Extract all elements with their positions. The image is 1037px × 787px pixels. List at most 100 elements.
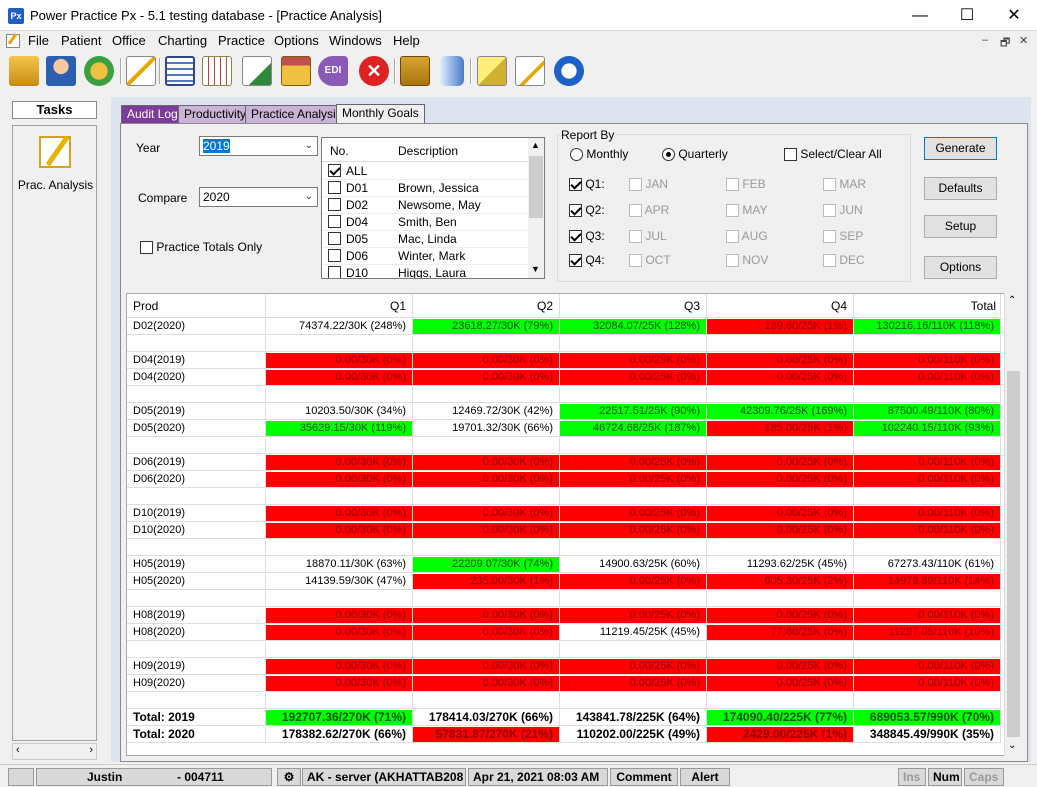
provider-checkbox[interactable] [328,181,341,194]
grid-cell[interactable] [266,387,413,403]
row-label[interactable]: D05(2020) [127,421,266,437]
checkbox-box[interactable] [726,230,739,244]
provider-checkbox[interactable] [328,215,341,228]
notepad-icon[interactable] [515,56,545,86]
grid-cell[interactable] [266,438,413,454]
scroll-down-icon[interactable]: ⌄ [1008,740,1016,751]
radio-circle[interactable] [662,148,675,162]
tasks-horizontal-scrollbar[interactable]: ‹ › [12,743,97,760]
grid-cell[interactable] [413,540,560,556]
grid-cell[interactable]: 178414.03/270K (66%) [413,710,560,726]
month-checkbox-mar[interactable]: MAR [823,177,866,192]
month-checkbox-apr[interactable]: APR [629,203,669,218]
grid-cell[interactable]: 0.00/110K (0%) [854,455,1001,471]
grid-cell[interactable]: 0.00/25K (0%) [707,455,854,471]
row-label[interactable]: D05(2019) [127,404,266,420]
grid-cell[interactable] [707,642,854,658]
grid-cell[interactable]: 605.30/25K (2%) [707,574,854,590]
row-label[interactable]: D04(2019) [127,353,266,369]
column-header-q3[interactable]: Q3 [560,294,707,318]
chevron-down-icon[interactable]: ⌄ [305,137,313,155]
grid-cell[interactable] [854,387,1001,403]
quarter-checkbox-q1[interactable]: Q1: [569,177,605,192]
grid-cell[interactable]: 0.00/30K (0%) [266,659,413,675]
row-label[interactable]: H05(2019) [127,557,266,573]
grid-cell[interactable]: 0.00/25K (0%) [707,472,854,488]
select-clear-all-checkbox[interactable]: Select/Clear All [784,147,882,162]
edit-pencil-icon[interactable] [126,56,156,86]
month-checkbox-jun[interactable]: JUN [823,203,863,218]
tab-audit-log[interactable]: Audit Log [121,105,184,123]
edi-icon[interactable]: EDI [318,56,348,86]
spacer-row[interactable] [127,642,266,658]
grid-cell[interactable] [266,489,413,505]
grid-cell[interactable] [413,642,560,658]
grid-cell[interactable]: 0.00/30K (0%) [266,455,413,471]
grid-cell[interactable]: 0.00/30K (0%) [266,676,413,692]
row-label[interactable]: D02(2020) [127,319,266,335]
note-icon[interactable] [477,56,507,86]
row-label[interactable]: D10(2020) [127,523,266,539]
checkbox-box[interactable] [140,241,153,255]
spacer-row[interactable] [127,489,266,505]
info-icon[interactable] [554,56,584,86]
spacer-row[interactable] [127,336,266,352]
scroll-up-icon[interactable]: ⌃ [1008,295,1016,306]
grid-cell[interactable] [854,336,1001,352]
grid-cell[interactable]: 12469.72/30K (42%) [413,404,560,420]
grid-cell[interactable]: 130216.16/110K (118%) [854,319,1001,335]
grid-cell[interactable]: 0.00/110K (0%) [854,353,1001,369]
row-label[interactable]: D06(2019) [127,455,266,471]
grid-cell[interactable] [266,336,413,352]
open-folder-icon[interactable] [9,56,39,86]
grid-cell[interactable]: 0.00/110K (0%) [854,523,1001,539]
compare-select[interactable]: 2020 ⌄ [199,187,318,207]
grid-vertical-scrollbar[interactable]: ⌃ ⌄ [1004,293,1021,756]
month-checkbox-feb[interactable]: FEB [726,177,766,192]
tab-productivity[interactable]: Productivity [178,105,253,123]
grid-cell[interactable]: 0.00/30K (0%) [413,506,560,522]
grid-cell[interactable]: 0.00/25K (0%) [560,523,707,539]
menu-patient[interactable]: Patient [61,33,101,48]
month-checkbox-jul[interactable]: JUL [629,229,667,244]
quarter-checkbox-q2[interactable]: Q2: [569,203,605,218]
menu-charting[interactable]: Charting [158,33,207,48]
scroll-thumb[interactable] [529,156,543,218]
grid-cell[interactable]: 0.00/25K (0%) [707,353,854,369]
grid-cell[interactable]: 11293.62/25K (45%) [707,557,854,573]
grid-cell[interactable]: 67273.43/110K (61%) [854,557,1001,573]
grid-cell[interactable]: 0.00/30K (0%) [266,370,413,386]
grid-cell[interactable] [560,693,707,709]
grid-cell[interactable] [560,336,707,352]
spacer-row[interactable] [127,693,266,709]
grid-cell[interactable]: 23618.27/30K (79%) [413,319,560,335]
grid-cell[interactable]: 0.00/25K (0%) [707,370,854,386]
row-label[interactable]: H05(2020) [127,574,266,590]
grid-cell[interactable] [413,489,560,505]
provider-checkbox[interactable] [328,232,341,245]
provider-row[interactable]: D01 Brown, Jessica [322,180,530,197]
grid-cell[interactable]: 19701.32/30K (66%) [413,421,560,437]
grid-cell[interactable]: 0.00/25K (0%) [560,353,707,369]
grid-cell[interactable]: 0.00/25K (0%) [707,608,854,624]
checkbox-box[interactable] [784,148,797,162]
grid-cell[interactable]: 0.00/25K (0%) [707,523,854,539]
grid-cell[interactable]: 143841.78/225K (64%) [560,710,707,726]
checkbox-box[interactable] [569,230,582,244]
menu-file[interactable]: File [28,33,49,48]
grid-cell[interactable] [707,489,854,505]
row-label[interactable]: Total: 2020 [127,727,266,743]
grid-cell[interactable]: 174090.40/225K (77%) [707,710,854,726]
grid-cell[interactable] [413,591,560,607]
row-label[interactable]: H09(2019) [127,659,266,675]
spacer-row[interactable] [127,387,266,403]
folder-card-icon[interactable] [400,56,430,86]
provider-row[interactable]: D02 Newsome, May [322,197,530,214]
row-label[interactable]: D06(2020) [127,472,266,488]
grid-cell[interactable]: 22517.51/25K (90%) [560,404,707,420]
grid-cell[interactable] [854,591,1001,607]
grid-cell[interactable] [707,540,854,556]
scroll-thumb[interactable] [1007,371,1020,737]
setup-button[interactable]: Setup [924,215,997,238]
menu-windows[interactable]: Windows [329,33,382,48]
